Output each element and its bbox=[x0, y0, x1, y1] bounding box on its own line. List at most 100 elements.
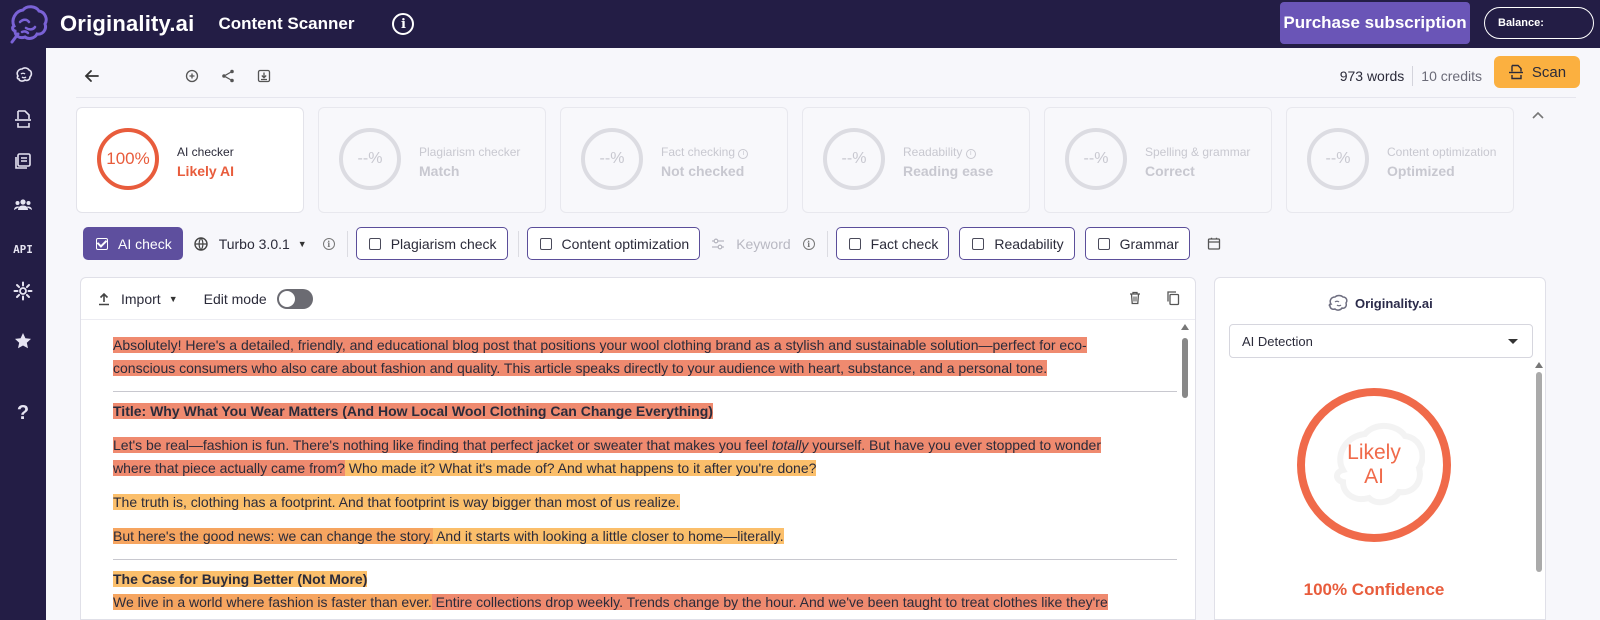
card-value: Likely AI bbox=[177, 163, 235, 179]
ai-check-toggle[interactable]: AI check bbox=[83, 227, 183, 260]
sliders-icon bbox=[712, 238, 725, 249]
scrollbar-thumb[interactable] bbox=[1536, 372, 1542, 572]
help-icon[interactable]: ? bbox=[12, 402, 34, 424]
ai-result-ring: Likely AI bbox=[1297, 388, 1451, 542]
document-toolbar bbox=[82, 62, 274, 90]
readability-toggle[interactable]: Readability bbox=[959, 227, 1075, 260]
content-optimization-toggle[interactable]: Content optimization bbox=[526, 227, 701, 260]
add-circle-icon[interactable] bbox=[182, 66, 202, 86]
team-icon[interactable] bbox=[12, 194, 34, 216]
scan-button[interactable]: Scan bbox=[1494, 56, 1580, 88]
divider bbox=[826, 230, 828, 257]
info-circle-icon[interactable]: i bbox=[802, 237, 815, 250]
card-ai-checker[interactable]: 100% AI checker Likely AI bbox=[76, 107, 304, 213]
editor-content[interactable]: Absolutely! Here's a detailed, friendly,… bbox=[113, 334, 1177, 614]
purchase-subscription-button[interactable]: Purchase subscription bbox=[1280, 2, 1470, 44]
editor-scrollbar[interactable] bbox=[1181, 324, 1189, 614]
highlighted-line: Who made it? What it's made of? And what… bbox=[344, 460, 817, 476]
brain-icon[interactable] bbox=[12, 64, 34, 86]
info-circle-icon[interactable]: i bbox=[392, 13, 415, 35]
chevron-up-icon[interactable] bbox=[1530, 108, 1546, 124]
trash-icon[interactable] bbox=[1127, 290, 1143, 306]
card-readability[interactable]: --% Readability i Reading ease bbox=[802, 107, 1030, 213]
card-label: Plagiarism checker bbox=[419, 145, 521, 159]
card-plagiarism-checker[interactable]: --% Plagiarism checker Match bbox=[318, 107, 546, 213]
card-spelling-grammar[interactable]: --% Spelling & grammar Correct bbox=[1044, 107, 1272, 213]
metric-cards: 100% AI checker Likely AI --% Plagiarism… bbox=[76, 107, 1514, 213]
optimization-score-ring: --% bbox=[1307, 128, 1369, 190]
readability-label: Readability bbox=[994, 235, 1064, 252]
panel-brand-name: Originality.ai bbox=[1355, 295, 1433, 311]
info-circle-icon[interactable]: i bbox=[738, 149, 749, 159]
import-button[interactable]: Import ▼ bbox=[97, 291, 178, 307]
brain-logo-icon bbox=[10, 5, 48, 44]
highlighted-line: conscious consumers who also care about … bbox=[113, 360, 1048, 376]
panel-scrollbar[interactable] bbox=[1535, 362, 1543, 578]
plagiarism-check-label: Plagiarism check bbox=[390, 235, 497, 252]
document-scan-icon[interactable] bbox=[12, 108, 34, 130]
checkbox-checked-icon bbox=[96, 237, 108, 250]
card-value: Match bbox=[419, 163, 460, 179]
top-bar: Originality.ai Content Scanner i Purchas… bbox=[0, 0, 1600, 48]
checkbox-icon bbox=[539, 237, 552, 250]
edit-mode-switch[interactable] bbox=[276, 288, 313, 309]
text-editor: Import ▼ Edit mode Absolutely! Here's a … bbox=[80, 277, 1196, 620]
checkbox-icon bbox=[368, 237, 381, 250]
caret-down-icon bbox=[1508, 339, 1518, 344]
text-paragraph: Let's be real—fashion is fun. There's no… bbox=[113, 434, 1177, 480]
plagiarism-check-toggle[interactable]: Plagiarism check bbox=[355, 227, 508, 260]
star-icon[interactable] bbox=[12, 330, 34, 352]
model-select[interactable]: Turbo 3.0.1 ▼ bbox=[193, 236, 307, 252]
scroll-up-arrow-icon[interactable] bbox=[1181, 324, 1189, 330]
share-icon[interactable] bbox=[218, 66, 238, 86]
card-value: Not checked bbox=[661, 163, 745, 179]
fact-check-toggle[interactable]: Fact check bbox=[835, 227, 950, 260]
detection-type-select[interactable]: AI Detection bbox=[1229, 324, 1533, 358]
ring-label-line2: AI bbox=[1364, 465, 1384, 488]
import-label: Import bbox=[121, 290, 161, 307]
ring-label-line1: Likely bbox=[1347, 441, 1401, 464]
grammar-score-ring: --% bbox=[1065, 128, 1127, 190]
horizontal-rule bbox=[113, 559, 1177, 560]
keyword-option[interactable]: Keyword bbox=[710, 236, 791, 252]
copy-icon[interactable] bbox=[1165, 290, 1181, 306]
settings-icon[interactable] bbox=[12, 280, 34, 302]
horizontal-rule bbox=[113, 391, 1177, 392]
api-label: API bbox=[13, 242, 33, 256]
scrollbar-thumb[interactable] bbox=[1182, 338, 1188, 398]
toolbar-divider bbox=[76, 97, 1576, 98]
card-label: Content optimization bbox=[1387, 145, 1497, 159]
highlighted-line: And it starts with looking a little clos… bbox=[432, 528, 784, 544]
card-fact-checking[interactable]: --% Fact checking i Not checked bbox=[560, 107, 788, 213]
readability-score-ring: --% bbox=[823, 128, 885, 190]
caret-down-icon: ▼ bbox=[297, 238, 307, 249]
back-arrow-icon[interactable] bbox=[82, 66, 102, 86]
card-content-optimization[interactable]: --% Content optimization Optimized bbox=[1286, 107, 1514, 213]
grammar-toggle[interactable]: Grammar bbox=[1084, 227, 1190, 260]
api-link[interactable]: API bbox=[12, 238, 34, 260]
scan-icon bbox=[1508, 64, 1523, 80]
info-circle-icon[interactable]: i bbox=[322, 237, 335, 250]
caret-down-icon: ▼ bbox=[168, 293, 178, 304]
book-icon[interactable] bbox=[1206, 236, 1222, 252]
brand[interactable]: Originality.ai bbox=[0, 2, 194, 46]
download-icon[interactable] bbox=[254, 66, 274, 86]
highlighted-line: Title: Why What You Wear Matters (And Ho… bbox=[113, 403, 713, 419]
scroll-up-arrow-icon[interactable] bbox=[1535, 362, 1543, 368]
checkbox-icon bbox=[848, 237, 861, 250]
fact-score-ring: --% bbox=[581, 128, 643, 190]
detection-type-value: AI Detection bbox=[1242, 333, 1313, 349]
highlighted-line: We live in a world where fashion is fast… bbox=[113, 594, 432, 610]
app-title: Content Scanner bbox=[218, 14, 355, 33]
card-value: Reading ease bbox=[903, 163, 994, 179]
info-circle-icon[interactable]: i bbox=[965, 149, 976, 159]
card-label: AI checker bbox=[177, 145, 234, 159]
balance-label: Balance: bbox=[1498, 17, 1544, 29]
card-value: Optimized bbox=[1387, 163, 1455, 179]
highlighted-line: where that piece actually came from? bbox=[113, 460, 345, 476]
model-label: Turbo 3.0.1 bbox=[218, 235, 290, 252]
library-icon[interactable] bbox=[12, 150, 34, 172]
text-paragraph: But here's the good news: we can change … bbox=[113, 525, 1177, 548]
brain-logo-icon bbox=[1328, 294, 1348, 311]
balance-pill[interactable]: Balance: bbox=[1484, 7, 1594, 39]
